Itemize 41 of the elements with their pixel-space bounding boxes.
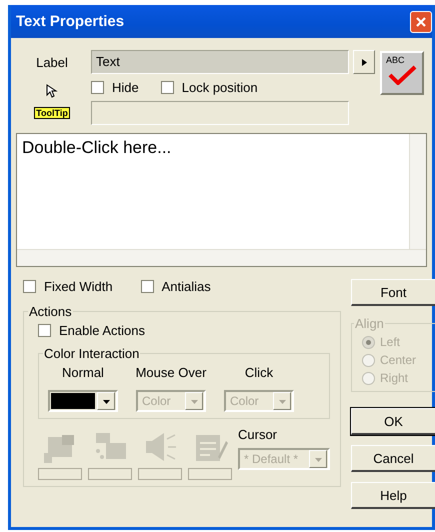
caret-icon (278, 398, 286, 404)
window-title: Text Properties (15, 13, 124, 30)
dialog-button[interactable]: Cancel (351, 445, 435, 472)
group-title: Color Interaction (43, 346, 140, 361)
caret-icon (190, 398, 198, 404)
checkbox[interactable]: Fixed Width (23, 279, 113, 294)
label-field[interactable]: Text (91, 50, 349, 74)
action-slot (188, 468, 232, 480)
checkbox[interactable]: Hide (91, 80, 139, 95)
checkbox[interactable]: Lock position (160, 80, 258, 95)
horizontal-scrollbar[interactable] (17, 249, 426, 266)
check-icon (387, 64, 417, 84)
tooltip-field[interactable] (91, 101, 349, 125)
pointer-icon (46, 84, 58, 98)
right-arrow-icon (360, 58, 368, 66)
tooltip-badge: ToolTip (34, 107, 70, 119)
dialog-button[interactable]: OK (351, 408, 435, 435)
action-slot (38, 468, 82, 480)
checkbox[interactable]: Antialias (140, 279, 211, 294)
caret-icon (102, 398, 110, 404)
spellcheck-button[interactable]: ABC (380, 50, 424, 94)
close-button[interactable] (410, 10, 432, 32)
cursor-label: Cursor (238, 427, 278, 442)
column-heading: Mouse Over (136, 365, 206, 380)
action-slot (88, 468, 132, 480)
font-button[interactable]: Font (351, 279, 435, 306)
checkbox[interactable]: Enable Actions (38, 323, 330, 338)
editor-text: Double-Click here... (21, 137, 172, 159)
expand-button[interactable] (353, 50, 375, 74)
action-slot (138, 468, 182, 480)
column-heading: Click (244, 365, 274, 380)
vertical-scrollbar[interactable] (409, 134, 426, 249)
caret-icon (314, 456, 322, 462)
text-editor[interactable]: Double-Click here... (16, 133, 427, 267)
column-heading: Normal (62, 365, 104, 380)
close-icon (415, 16, 427, 28)
color-dropdown[interactable] (48, 390, 118, 412)
group-title: Align (354, 316, 385, 331)
group-title: Actions (28, 304, 73, 319)
dialog-button[interactable]: Help (351, 482, 435, 509)
label-caption: Label (36, 54, 68, 70)
